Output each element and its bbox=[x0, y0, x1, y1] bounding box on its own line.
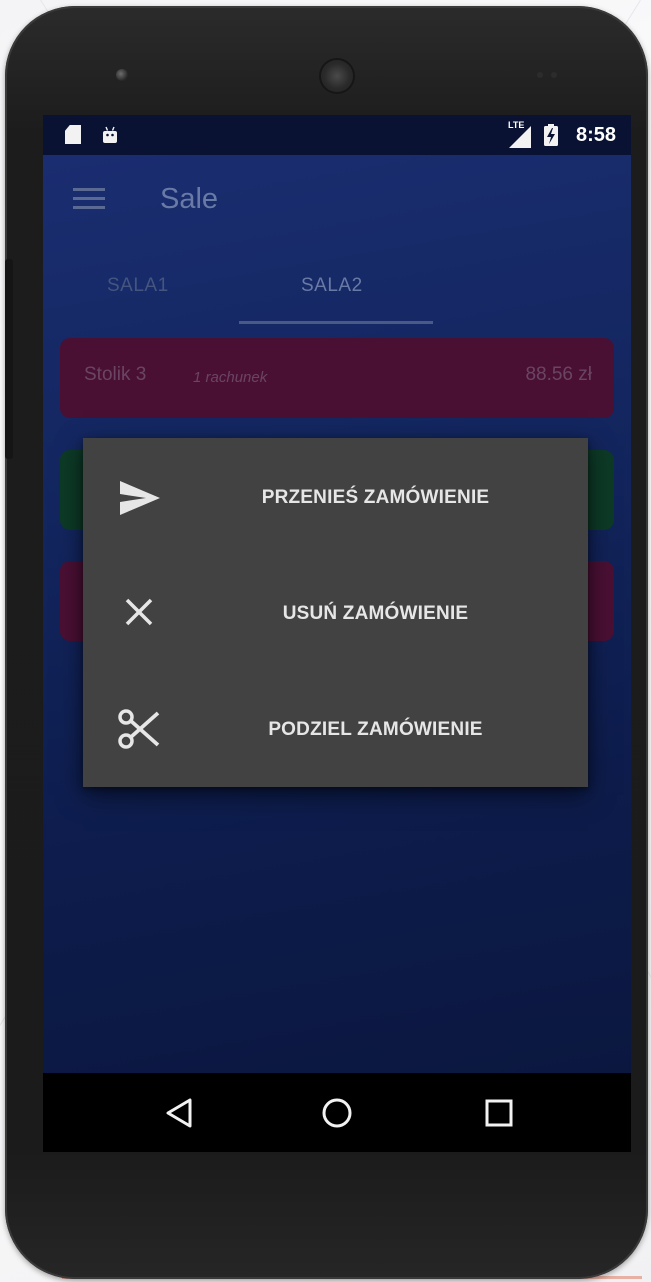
table-name: Stolik 3 bbox=[84, 364, 147, 385]
app-bar: Sale bbox=[43, 155, 631, 245]
close-icon bbox=[125, 598, 153, 626]
screen: LTE 8:58 Sale SALA1 SALA2 Stolik 3 1 rac… bbox=[43, 115, 631, 1152]
room-tabs: SALA1 SALA2 bbox=[43, 255, 631, 325]
lte-signal-icon bbox=[509, 126, 531, 148]
light-sensor bbox=[551, 72, 557, 78]
table-amount: 88.56 zł bbox=[525, 364, 592, 385]
battery-charging-icon bbox=[544, 124, 558, 146]
front-sensor bbox=[116, 69, 128, 81]
back-icon[interactable] bbox=[159, 1093, 199, 1133]
front-camera bbox=[321, 60, 353, 92]
background: LTE 8:58 Sale SALA1 SALA2 Stolik 3 1 rac… bbox=[0, 0, 651, 1282]
send-icon bbox=[120, 481, 160, 515]
proximity-sensor bbox=[537, 72, 543, 78]
side-button[interactable] bbox=[5, 259, 13, 459]
tab-indicator bbox=[239, 321, 433, 324]
status-time: 8:58 bbox=[575, 124, 616, 146]
home-icon[interactable] bbox=[317, 1093, 357, 1133]
sd-card-icon bbox=[65, 125, 81, 144]
page-title: Sale bbox=[160, 183, 219, 215]
recent-apps-icon[interactable] bbox=[479, 1093, 519, 1133]
navigation-bar bbox=[43, 1073, 631, 1152]
table-card[interactable]: Stolik 3 1 rachunek 88.56 zł bbox=[60, 338, 614, 418]
android-icon bbox=[103, 126, 117, 143]
menu-item-delete-order[interactable]: USUŃ ZAMÓWIENIE bbox=[83, 554, 588, 670]
order-context-menu: PRZENIEŚ ZAMÓWIENIE USUŃ ZAMÓWIENIE PODZ… bbox=[83, 438, 588, 787]
menu-item-label: PODZIEL ZAMÓWIENIE bbox=[268, 719, 483, 740]
menu-item-split-order[interactable]: PODZIEL ZAMÓWIENIE bbox=[83, 670, 588, 786]
table-bill-count: 1 rachunek bbox=[193, 369, 268, 386]
scissors-icon bbox=[118, 709, 160, 749]
tab-sala1[interactable]: SALA1 bbox=[107, 275, 169, 297]
menu-item-label: USUŃ ZAMÓWIENIE bbox=[282, 603, 469, 624]
menu-item-label: PRZENIEŚ ZAMÓWIENIE bbox=[261, 487, 490, 508]
phone-frame: LTE 8:58 Sale SALA1 SALA2 Stolik 3 1 rac… bbox=[5, 6, 648, 1279]
tab-sala2[interactable]: SALA2 bbox=[301, 275, 363, 297]
app-content: Sale SALA1 SALA2 Stolik 3 1 rachunek 88.… bbox=[43, 155, 631, 1073]
status-bar: LTE 8:58 bbox=[43, 115, 631, 155]
menu-item-move-order[interactable]: PRZENIEŚ ZAMÓWIENIE bbox=[83, 438, 588, 554]
hamburger-menu-icon[interactable] bbox=[73, 188, 105, 210]
